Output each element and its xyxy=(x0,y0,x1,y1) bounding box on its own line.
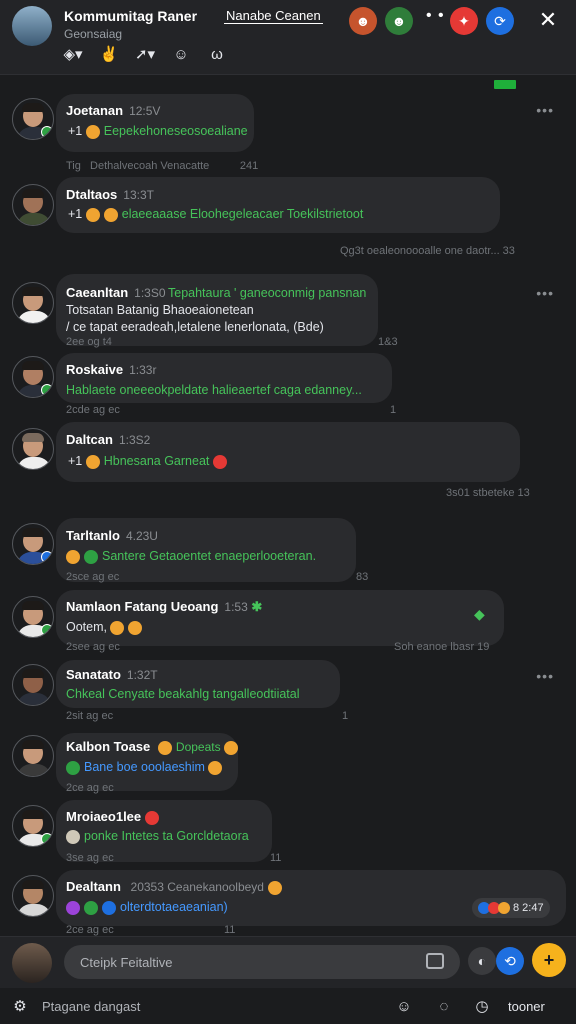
sender-name: Mroiaeo1lee xyxy=(66,809,163,825)
message-meta: 2cde ag ec xyxy=(66,404,120,416)
reaction-count: 8 2:47 xyxy=(513,902,544,914)
sender-name: Namlaon Fatang Ueoang 1:53 ✱ xyxy=(66,599,263,614)
chat-subtitle: Geonsaiag xyxy=(64,27,123,41)
message-text: Santere Getaoentet enaeperlooeteran. xyxy=(66,549,316,564)
avatar[interactable] xyxy=(12,523,54,565)
settings-icon[interactable]: ⚙ xyxy=(10,996,30,1016)
message-bubble[interactable] xyxy=(56,177,500,233)
message-composer: ◐ ⟲ + xyxy=(0,936,576,989)
avatar[interactable] xyxy=(12,875,54,917)
reaction-summary[interactable]: 8 2:47 xyxy=(472,898,550,918)
sender-name: Daltcan 1:3S2 xyxy=(66,432,151,447)
message-text: Bane boe ooolaeshim xyxy=(66,760,226,775)
sender-name: Joetanan 12:5V xyxy=(66,103,161,118)
message-meta: 11 xyxy=(270,852,282,864)
chat-icon[interactable]: ◌ xyxy=(434,996,454,1016)
message-meta: 2ce ag ec xyxy=(66,924,114,936)
status-tag xyxy=(494,80,516,89)
sender-name: Sanatato 1:32T xyxy=(66,667,158,682)
message-text: Hablaete oneeeokpeldate halieaertef caga… xyxy=(66,383,362,397)
avatar[interactable] xyxy=(12,184,54,226)
message-text: olterdtotaeaeanian) xyxy=(66,900,228,915)
message-more-icon[interactable]: ••• xyxy=(536,668,554,684)
gif-icon[interactable]: ⟲ xyxy=(496,947,524,975)
message-text: / ce tapat eeradeah,letalene lenerlonata… xyxy=(66,320,324,334)
alert-icon[interactable]: ✦ xyxy=(450,7,478,35)
avatar[interactable] xyxy=(12,735,54,777)
header-toolbar: ◈▾ ✌ ➚▾ ☺ ω xyxy=(62,44,228,64)
avatar[interactable] xyxy=(12,805,54,847)
message-meta: 83 xyxy=(356,571,369,583)
message-meta: Qg3t oealeonoooalle one daotr... 33 xyxy=(340,245,515,257)
message-meta: 2see ag ec xyxy=(66,641,120,653)
forward-icon[interactable]: ➚▾ xyxy=(134,44,156,64)
message-meta: 2ce ag ec xyxy=(66,782,114,794)
message-meta: 1&3 xyxy=(378,336,398,348)
close-icon[interactable]: ✕ xyxy=(534,6,562,34)
avatar[interactable] xyxy=(12,98,54,140)
message-input[interactable] xyxy=(64,945,460,979)
message-meta: 2sit ag ec xyxy=(66,710,114,722)
group-avatar[interactable] xyxy=(12,6,52,46)
message-meta: 2sce ag ec xyxy=(66,571,120,583)
user-avatar[interactable] xyxy=(12,943,52,983)
emoji-icon[interactable]: ☺ xyxy=(170,44,192,64)
avatar[interactable] xyxy=(12,428,54,470)
message-more-icon[interactable]: ••• xyxy=(536,102,554,118)
sender-name: Dealtann 20353 Ceanekanoolbeyd xyxy=(66,879,286,895)
sender-name: Kalbon Toase Dopeats xyxy=(66,739,242,755)
avatar[interactable] xyxy=(12,282,54,324)
laugh-reaction-icon xyxy=(498,902,510,914)
dictionary-icon[interactable]: ω xyxy=(206,44,228,64)
message-text: Ootem, xyxy=(66,620,146,635)
sticker-icon[interactable]: ◐ xyxy=(468,947,496,975)
participant-avatar-1[interactable]: ☻ xyxy=(349,7,377,35)
bottom-bar: ⚙ Ptagane dangast ☺ ◌ ◷ tooner xyxy=(0,988,576,1024)
message-text: +1 elaeeaaase Eloohegeleacaer Toekilstri… xyxy=(68,207,364,222)
chat-header: Kommumitag Raner Geonsaiag Nanabe Ceanen… xyxy=(0,0,576,75)
footer-status: Ptagane dangast xyxy=(42,999,141,1014)
message-bubble[interactable] xyxy=(56,422,520,482)
avatar[interactable] xyxy=(12,596,54,638)
sync-icon[interactable]: ⟳ xyxy=(486,7,514,35)
camera-icon[interactable] xyxy=(426,953,444,969)
emoji-icon[interactable]: ☺ xyxy=(394,996,414,1016)
share-icon[interactable]: ◈▾ xyxy=(62,44,84,64)
message-more-icon[interactable]: ••• xyxy=(536,285,554,301)
header-link[interactable]: Nanabe Ceanen xyxy=(224,8,323,24)
avatar[interactable] xyxy=(12,356,54,398)
message-meta: 11 xyxy=(224,924,236,936)
message-meta: 2ee og t4 xyxy=(66,336,112,348)
more-options-icon[interactable]: • • xyxy=(426,7,445,25)
sender-name: Tarltanlo 4.23U xyxy=(66,528,158,543)
message-text: +1 Hbnesana Garneat xyxy=(68,454,231,469)
send-button[interactable]: + xyxy=(532,943,566,977)
message-meta: 1 xyxy=(390,404,397,416)
reaction-icon[interactable]: ✌ xyxy=(98,44,120,64)
message-meta: 3s01 stbeteke 13 xyxy=(446,487,530,499)
message-meta: Tig Dethalvecoah Venacatte 241 xyxy=(66,160,259,172)
message-meta: Soh eanoe lbasr 19 xyxy=(394,641,490,653)
clock-icon[interactable]: ◷ xyxy=(472,996,492,1016)
reaction-icon[interactable]: ◆ xyxy=(474,606,485,623)
participant-avatar-2[interactable]: ☻ xyxy=(385,7,413,35)
message-meta: 1 xyxy=(342,710,349,722)
avatar[interactable] xyxy=(12,664,54,706)
sender-name: Dtaltaos 13:3T xyxy=(66,187,154,202)
sender-name: Roskaive 1:33r xyxy=(66,362,157,377)
chat-title[interactable]: Kommumitag Raner xyxy=(64,8,197,24)
message-text: Chkeal Cenyate beakahlg tangalleodtiiata… xyxy=(66,687,300,701)
sender-name: Caeanltan 1:3S0 xyxy=(66,285,166,300)
message-text: Tepahtaura ' ganeoconmig pansnan xyxy=(168,286,367,300)
message-meta: 3se ag ec xyxy=(66,852,114,864)
message-text: +1 Eepekehoneseosoealiane xyxy=(68,124,248,139)
message-text: Totsatan Batanig Bhaoeaionetean xyxy=(66,303,254,317)
message-text: ponke Intetes ta Gorcldetaora xyxy=(66,829,249,844)
footer-link[interactable]: tooner xyxy=(508,999,545,1014)
